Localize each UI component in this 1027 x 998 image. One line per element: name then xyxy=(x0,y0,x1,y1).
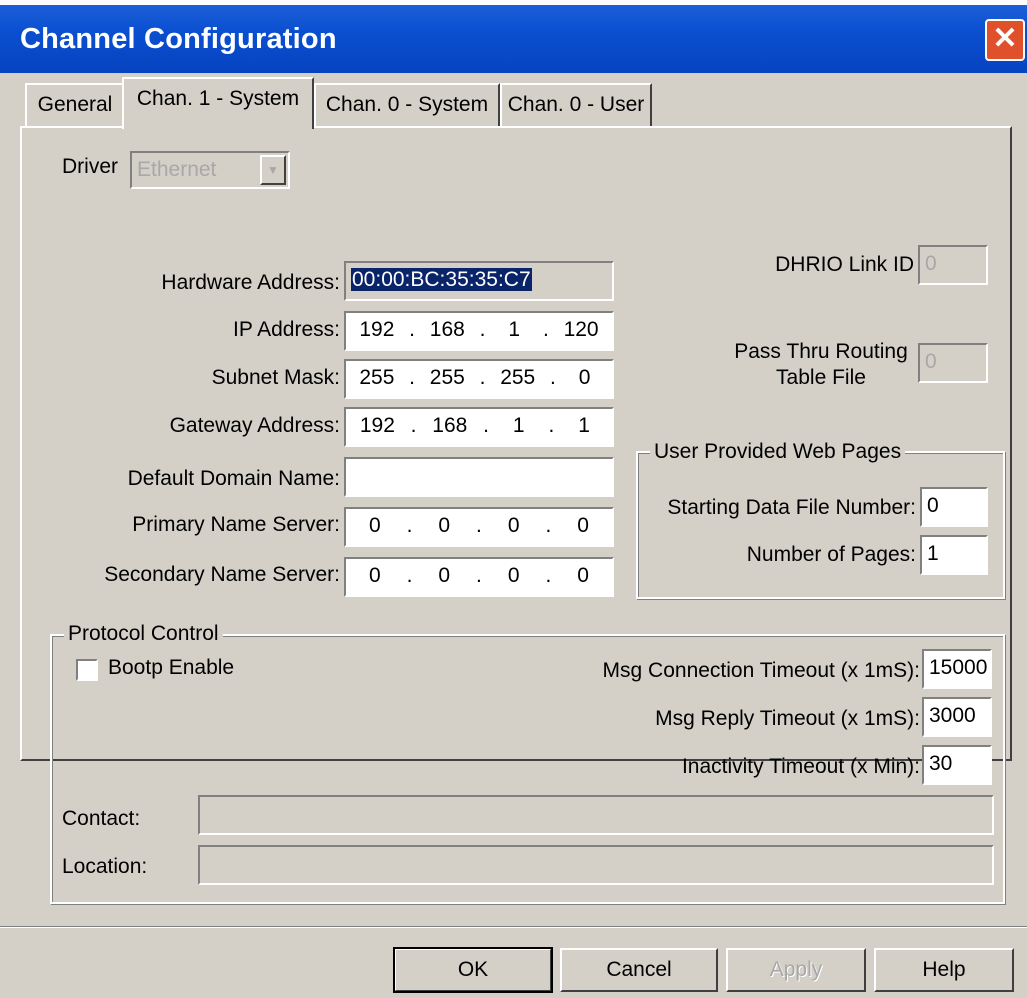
pass-thru-label: Pass Thru Routing Table File xyxy=(730,339,912,391)
primary-dns-octet: 0 xyxy=(438,514,451,537)
secondary-dns-octet: 0 xyxy=(438,564,451,587)
gateway-octet: 1 xyxy=(512,414,525,437)
bootp-enable-label[interactable]: Bootp Enable xyxy=(108,656,234,680)
ip-octet: 168 xyxy=(429,318,465,341)
msg-reply-timeout-value: 3000 xyxy=(929,704,976,727)
dialog-body: General Chan. 1 - System Chan. 0 - Syste… xyxy=(0,73,1027,998)
starting-data-file-value: 0 xyxy=(927,494,939,517)
ok-button[interactable]: OK xyxy=(393,947,553,993)
chevron-down-icon[interactable]: ▼ xyxy=(260,155,286,185)
driver-value: Ethernet xyxy=(137,158,217,181)
ip-address-field[interactable]: 192. 168. 1. 120 xyxy=(344,311,614,351)
gateway-address-field[interactable]: 192. 168. 1. 1 xyxy=(344,407,614,447)
subnet-mask-label: Subnet Mask: xyxy=(211,366,340,389)
gateway-octet: 168 xyxy=(432,414,468,437)
primary-name-server-field[interactable]: 0. 0. 0. 0 xyxy=(344,507,614,547)
tab-chan0-system-label: Chan. 0 - System xyxy=(325,93,489,116)
subnet-mask-field[interactable]: 255. 255. 255. 0 xyxy=(344,359,614,399)
tab-general-label: General xyxy=(37,93,113,116)
primary-dns-octet: 0 xyxy=(369,514,381,537)
web-pages-group-label: User Provided Web Pages xyxy=(650,440,906,464)
cancel-button-label: Cancel xyxy=(606,958,672,981)
tab-chan0-system[interactable]: Chan. 0 - System xyxy=(314,83,500,127)
msg-connection-timeout-value: 15000 xyxy=(929,656,988,679)
msg-reply-timeout-label: Msg Reply Timeout (x 1mS): xyxy=(655,707,920,730)
close-icon: ✕ xyxy=(992,22,1018,55)
dhrio-link-id-value: 0 xyxy=(925,252,937,275)
hardware-address-field: 00:00:BC:35:35:C7 xyxy=(344,261,614,301)
location-field xyxy=(198,845,994,885)
apply-button: Apply xyxy=(726,948,866,992)
hardware-address-value: 00:00:BC:35:35:C7 xyxy=(351,268,532,291)
window-title: Channel Configuration xyxy=(20,23,337,55)
title-bar[interactable]: Channel Configuration ✕ xyxy=(0,5,1027,73)
contact-label: Contact: xyxy=(62,807,141,830)
tab-chan0-user-label: Chan. 0 - User xyxy=(507,93,645,116)
subnet-octet: 0 xyxy=(578,366,591,389)
inactivity-timeout-value: 30 xyxy=(929,752,953,775)
secondary-dns-octet: 0 xyxy=(577,564,589,587)
starting-data-file-field[interactable]: 0 xyxy=(920,487,988,527)
secondary-dns-octet: 0 xyxy=(369,564,381,587)
dhrio-link-id-field: 0 xyxy=(918,245,988,285)
apply-button-label: Apply xyxy=(769,958,823,981)
secondary-name-server-field[interactable]: 0. 0. 0. 0 xyxy=(344,557,614,597)
close-button[interactable]: ✕ xyxy=(985,19,1025,61)
msg-reply-timeout-field[interactable]: 3000 xyxy=(922,697,992,737)
gateway-address-label: Gateway Address: xyxy=(169,414,340,437)
location-label: Location: xyxy=(62,855,148,878)
inactivity-timeout-label: Inactivity Timeout (x Min): xyxy=(681,755,920,778)
tab-chan0-user[interactable]: Chan. 0 - User xyxy=(500,83,652,127)
primary-name-server-label: Primary Name Server: xyxy=(132,513,340,536)
ip-octet: 120 xyxy=(563,318,599,341)
primary-dns-octet: 0 xyxy=(577,514,589,537)
cancel-button[interactable]: Cancel xyxy=(560,948,718,992)
number-of-pages-value: 1 xyxy=(927,542,939,565)
ip-address-label: IP Address: xyxy=(232,318,340,341)
bootp-enable-checkbox[interactable] xyxy=(76,659,98,681)
msg-connection-timeout-label: Msg Connection Timeout (x 1mS): xyxy=(602,659,920,682)
number-of-pages-label: Number of Pages: xyxy=(746,543,916,566)
subnet-octet: 255 xyxy=(359,366,395,389)
gateway-octet: 1 xyxy=(578,414,590,437)
help-button-label: Help xyxy=(922,958,966,981)
number-of-pages-field[interactable]: 1 xyxy=(920,535,988,575)
help-button[interactable]: Help xyxy=(874,948,1014,992)
subnet-octet: 255 xyxy=(500,366,536,389)
driver-label: Driver xyxy=(62,155,118,178)
protocol-control-group-label: Protocol Control xyxy=(64,622,223,646)
default-domain-field[interactable] xyxy=(344,457,614,497)
driver-select[interactable]: Ethernet ▼ xyxy=(130,151,290,189)
hardware-address-label: Hardware Address: xyxy=(161,271,340,294)
contact-field xyxy=(198,795,994,835)
secondary-name-server-label: Secondary Name Server: xyxy=(104,563,340,586)
ip-octet: 1 xyxy=(508,318,521,341)
gateway-octet: 192 xyxy=(359,414,395,437)
pass-thru-label-line1: Pass Thru Routing xyxy=(734,340,908,363)
msg-connection-timeout-field[interactable]: 15000 xyxy=(922,649,992,689)
subnet-octet: 255 xyxy=(429,366,465,389)
pass-thru-value: 0 xyxy=(925,350,937,373)
tab-chan1-system[interactable]: Chan. 1 - System xyxy=(122,77,314,129)
inactivity-timeout-field[interactable]: 30 xyxy=(922,745,992,785)
pass-thru-label-line2: Table File xyxy=(776,366,866,389)
default-domain-label: Default Domain Name: xyxy=(127,467,340,490)
primary-dns-octet: 0 xyxy=(507,514,520,537)
pass-thru-field: 0 xyxy=(918,343,988,383)
ok-button-label: OK xyxy=(457,958,489,981)
secondary-dns-octet: 0 xyxy=(507,564,520,587)
starting-data-file-label: Starting Data File Number: xyxy=(667,496,916,519)
separator-highlight xyxy=(0,927,1027,928)
ip-octet: 192 xyxy=(359,318,395,341)
tab-chan1-system-label: Chan. 1 - System xyxy=(136,87,300,110)
tab-general[interactable]: General xyxy=(25,83,123,127)
dhrio-link-id-label: DHRIO Link ID xyxy=(775,253,914,276)
